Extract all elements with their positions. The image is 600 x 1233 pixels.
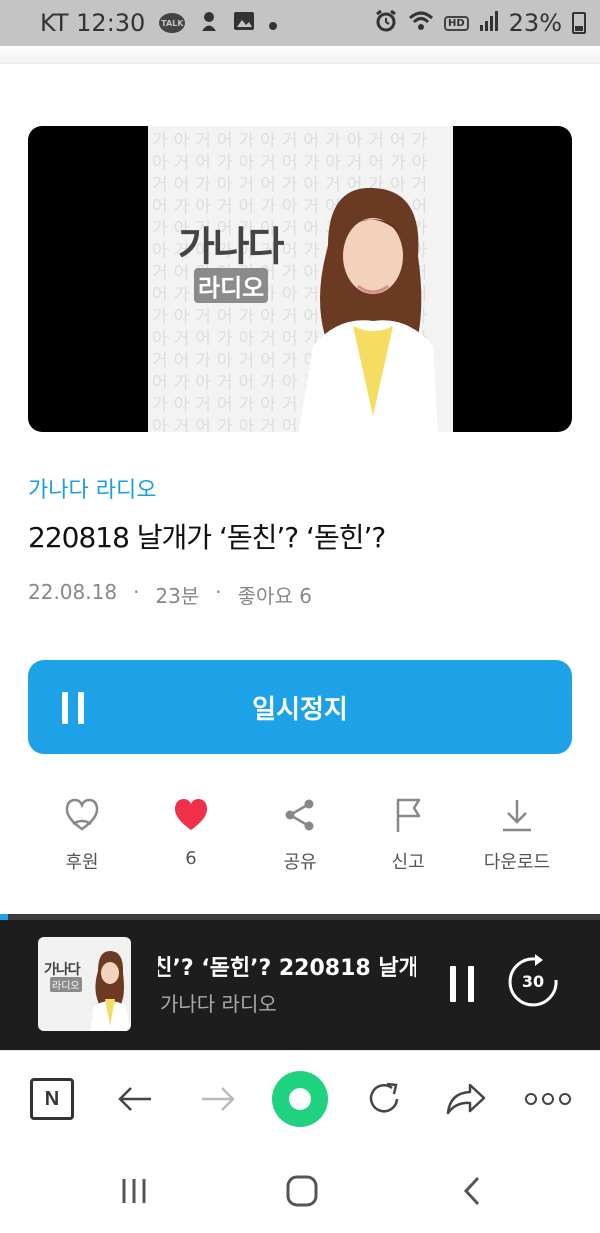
mini-player[interactable]: 가나다 라디오 돋친’? ‘돋힌’? 220818 날개가 가나다 라디오 30 — [0, 920, 600, 1050]
thumbnail-art: 가아거어가아거어가아거어가아거어가아거어가아거어가아거어가아거어가아거어가아거어… — [148, 126, 453, 432]
green-dot-button[interactable] — [272, 1071, 328, 1127]
skip-seconds: 30 — [521, 972, 545, 991]
status-left: KT 12:30 TALK — [40, 9, 374, 37]
gallery-icon — [233, 11, 255, 36]
refresh-button[interactable] — [360, 1075, 408, 1123]
back-button[interactable] — [111, 1075, 159, 1123]
pause-button[interactable]: 일시정지 — [28, 660, 572, 754]
status-bar: KT 12:30 TALK HD 23% — [0, 0, 600, 46]
naver-home-button[interactable]: N — [28, 1075, 76, 1123]
system-back-button[interactable] — [452, 1174, 492, 1208]
heart-outline-icon — [65, 798, 99, 831]
channel-name[interactable]: 가나다 라디오 — [28, 472, 156, 504]
skip-forward-30-button[interactable]: 30 — [505, 954, 561, 1010]
download-label: 다운로드 — [483, 852, 551, 873]
share-arrow-icon — [446, 1083, 486, 1115]
status-right: HD 23% — [374, 9, 586, 38]
player-title: 돋친’? ‘돋힌’? 220818 날개가 — [158, 956, 416, 981]
host-portrait-image — [298, 187, 438, 432]
browser-toolbar: N — [0, 1050, 600, 1144]
refresh-icon — [369, 1082, 399, 1113]
download-icon — [503, 800, 531, 832]
pause-icon — [62, 692, 84, 724]
player-thumbnail[interactable]: 가나다 라디오 — [38, 937, 131, 1031]
thumbnail-title: 가나다 — [178, 224, 284, 270]
arrow-right-icon — [202, 1087, 235, 1111]
flag-icon — [396, 798, 421, 832]
home-icon — [286, 1175, 318, 1207]
dot-icon — [269, 11, 278, 35]
carrier-time: KT 12:30 — [40, 9, 146, 37]
player-thumbnail-title: 가나다 — [44, 962, 81, 978]
episode-likes: 좋아요 6 — [237, 584, 312, 608]
signal-icon — [479, 10, 499, 36]
report-label: 신고 — [391, 852, 425, 873]
alarm-icon — [374, 9, 398, 38]
episode-meta: 22.08.18 · 23분 · 좋아요 6 — [28, 580, 312, 609]
wifi-icon — [408, 10, 434, 37]
host-portrait-image — [90, 951, 130, 1031]
support-label: 후원 — [65, 852, 99, 873]
episode-title: 220818 날개가 ‘돋친’? ‘돋힌’? — [28, 521, 386, 554]
player-thumbnail-subtitle: 라디오 — [50, 977, 82, 992]
forward-button[interactable] — [194, 1075, 242, 1123]
download-button[interactable]: 다운로드 — [467, 796, 567, 874]
hd-voice-icon: HD — [443, 15, 469, 31]
episode-duration: 23분 — [155, 584, 200, 608]
support-button[interactable]: 후원 — [32, 796, 132, 874]
player-title-marquee: 돋친’? ‘돋힌’? 220818 날개가 — [158, 950, 416, 984]
more-dots-icon — [525, 1093, 571, 1105]
share-page-button[interactable] — [442, 1075, 490, 1123]
heart-filled-icon — [174, 799, 208, 830]
home-button[interactable] — [282, 1174, 322, 1208]
share-button[interactable]: 공유 — [250, 796, 350, 874]
kakaotalk-icon: TALK — [159, 13, 186, 33]
recent-apps-button[interactable] — [114, 1174, 154, 1208]
like-button[interactable]: 6 — [141, 796, 241, 869]
thumbnail-subtitle: 라디오 — [194, 268, 269, 303]
battery-percent: 23% — [508, 9, 562, 37]
naver-n-icon: N — [30, 1078, 74, 1120]
battery-icon — [572, 12, 586, 34]
episode-thumbnail[interactable]: 가아거어가아거어가아거어가아거어가아거어가아거어가아거어가아거어가아거어가아거어… — [28, 126, 572, 432]
header-shadow — [0, 46, 600, 64]
meta-separator: · — [215, 580, 222, 604]
pause-button-label: 일시정지 — [252, 694, 348, 725]
kakao-character-icon — [199, 10, 219, 37]
share-label: 공유 — [283, 852, 317, 873]
player-channel: 가나다 라디오 — [160, 992, 277, 1016]
report-button[interactable]: 신고 — [358, 796, 458, 874]
meta-separator: · — [133, 580, 140, 604]
recent-apps-icon — [122, 1179, 146, 1203]
episode-date: 22.08.18 — [28, 580, 118, 604]
like-count: 6 — [185, 848, 197, 869]
green-circle-icon — [272, 1071, 328, 1127]
action-row: 후원 6 공유 신고 다운로드 — [0, 796, 600, 886]
player-pause-button[interactable] — [450, 966, 474, 1002]
system-nav-bar — [0, 1144, 600, 1233]
more-menu-button[interactable] — [524, 1075, 572, 1123]
chevron-left-icon — [463, 1176, 480, 1206]
share-icon — [285, 799, 314, 831]
arrow-left-icon — [118, 1087, 151, 1111]
